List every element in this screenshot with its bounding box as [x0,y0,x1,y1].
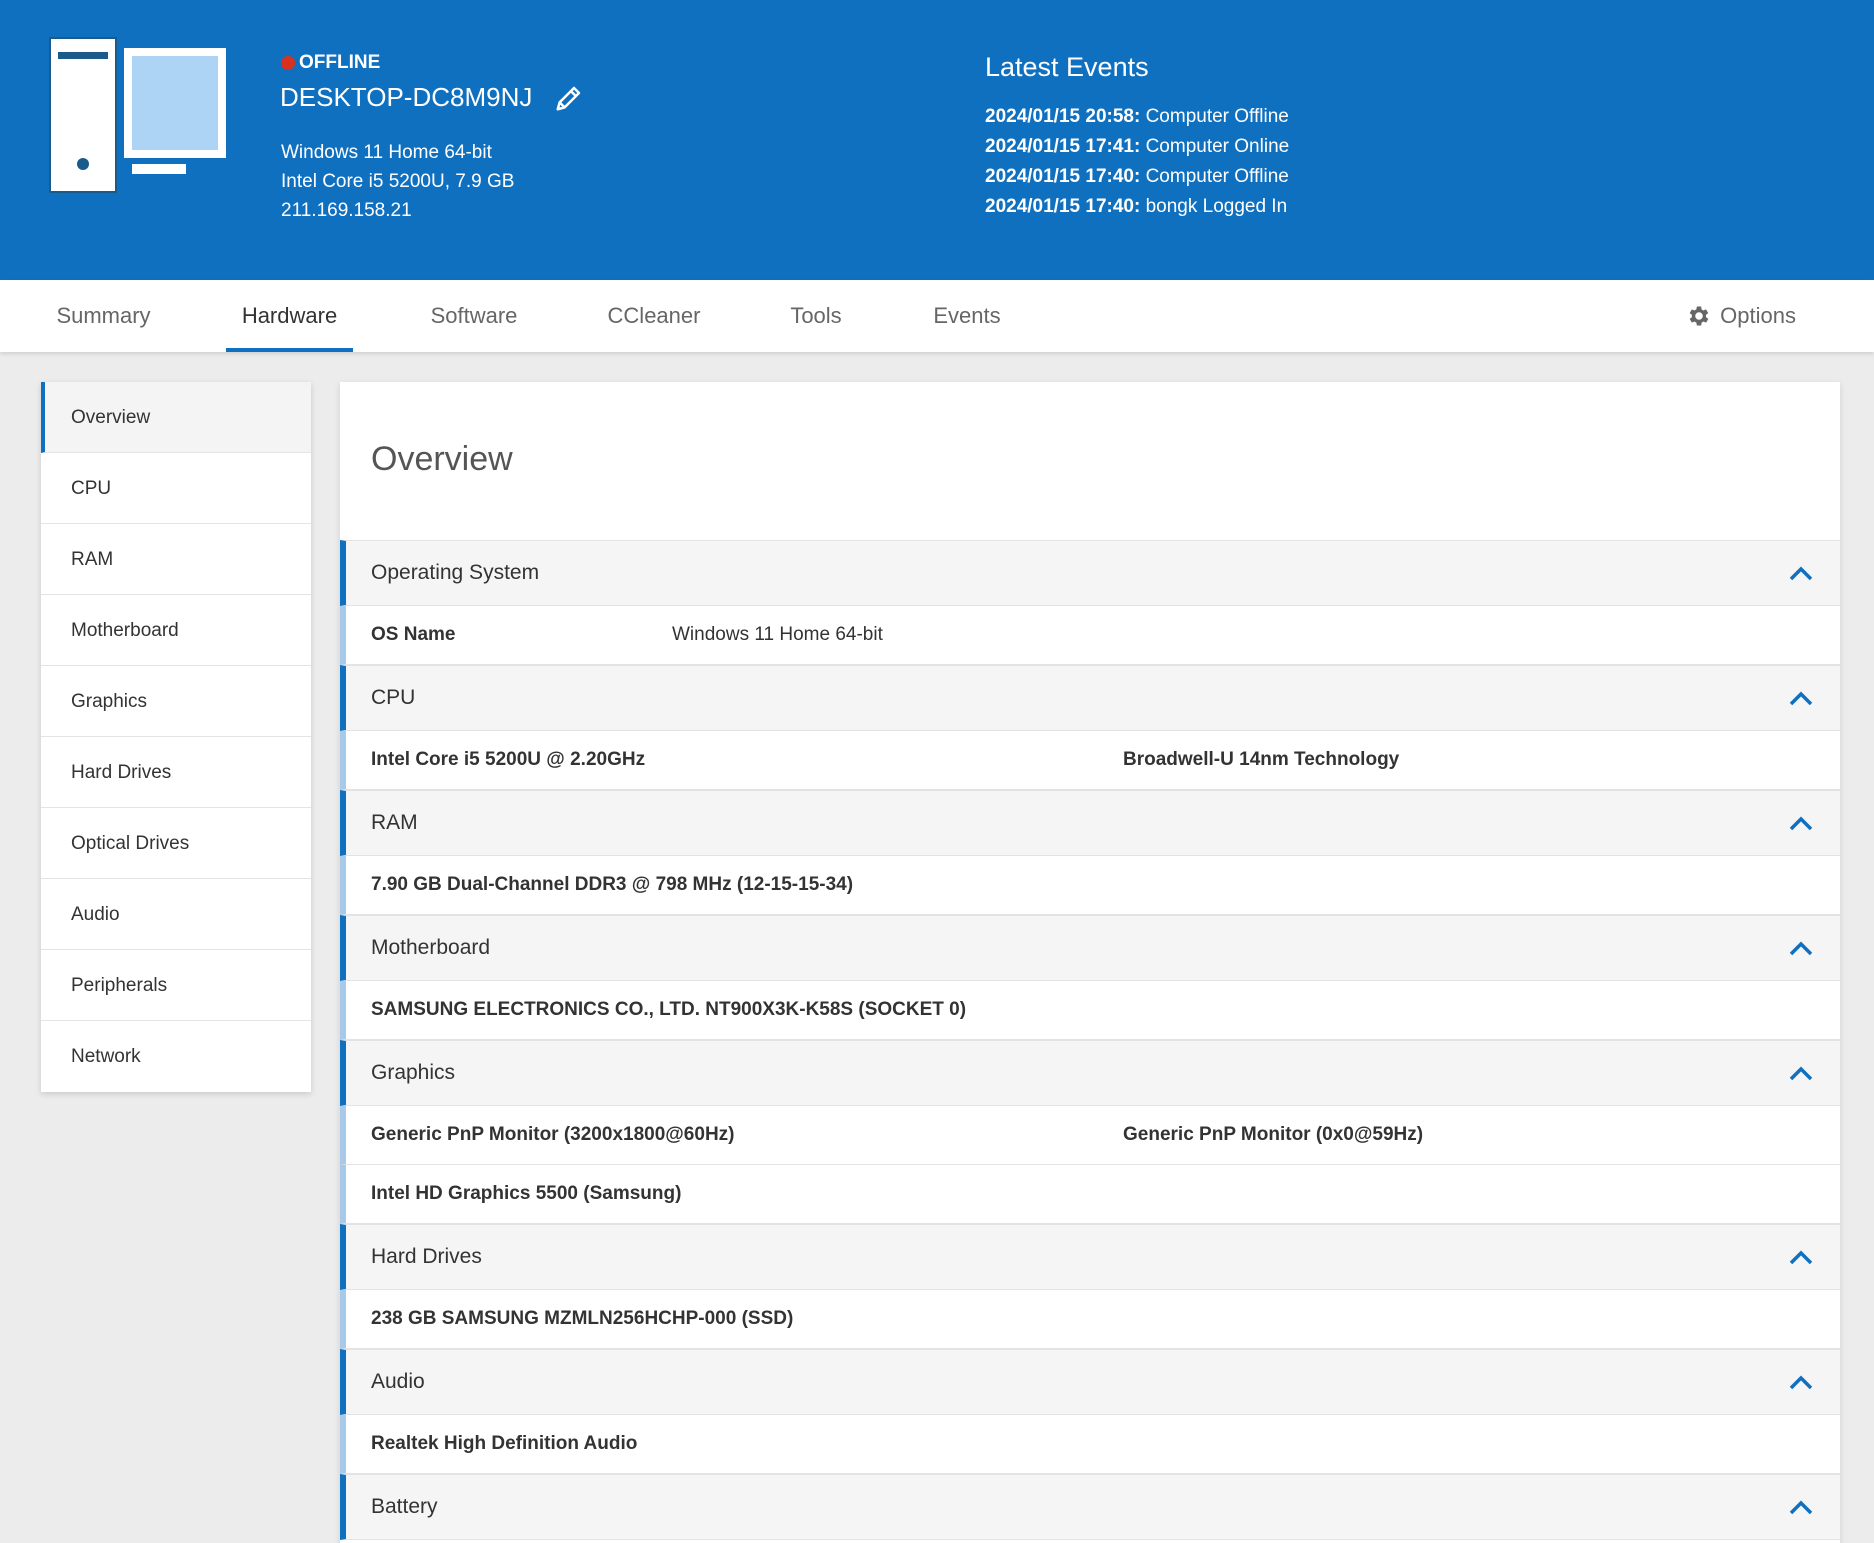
section-header-ram[interactable]: RAM [340,790,1840,856]
ram-row: 7.90 GB Dual-Channel DDR3 @ 798 MHz (12-… [340,856,1840,915]
sidebar-item-motherboard[interactable]: Motherboard [41,595,311,666]
cpu-ram-spec: Intel Core i5 5200U, 7.9 GB [281,171,515,192]
chevron-up-icon[interactable] [1788,814,1814,832]
cpu-technology: Broadwell-U 14nm Technology [1123,749,1400,770]
sidebar-item-overview[interactable]: Overview [41,382,311,453]
event-text: bongk Logged In [1140,196,1288,217]
status-indicator: OFFLINE [281,52,380,74]
section-title: Motherboard [371,936,491,959]
pencil-edit-icon[interactable] [554,83,584,113]
event-item: 2024/01/15 17:40: Computer Offline [985,162,1289,192]
computer-name: DESKTOP-DC8M9NJ [280,82,584,113]
section-title: Audio [371,1370,425,1393]
sidebar-item-hard-drives[interactable]: Hard Drives [41,737,311,808]
section-header-motherboard[interactable]: Motherboard [340,915,1840,981]
gear-icon [1689,306,1709,326]
section-header-battery[interactable]: Battery [340,1474,1840,1540]
section-title: Hard Drives [371,1245,482,1268]
graphics-monitors-row: Generic PnP Monitor (3200x1800@60Hz) Gen… [340,1106,1840,1165]
options-label: Options [1720,303,1796,328]
chevron-up-icon[interactable] [1788,1498,1814,1516]
sidebar-item-peripherals[interactable]: Peripherals [41,950,311,1021]
section-title: Battery [371,1495,438,1518]
latest-events-title: Latest Events [985,52,1149,82]
tab-software[interactable]: Software [414,280,534,352]
section-header-operating-system[interactable]: Operating System [340,540,1840,606]
section-title: Operating System [371,561,540,584]
desktop-computer-icon [49,37,226,193]
overview-sections: Operating System OS Name Windows 11 Home… [340,540,1840,1540]
chevron-up-icon[interactable] [1788,1248,1814,1266]
ip-address: 211.169.158.21 [281,200,412,221]
sidebar-item-network[interactable]: Network [41,1021,311,1092]
event-time: 2024/01/15 20:58: [985,106,1141,127]
event-text: Computer Online [1140,136,1290,157]
section-title: RAM [371,811,418,834]
section-header-graphics[interactable]: Graphics [340,1040,1840,1106]
event-time: 2024/01/15 17:40: [985,166,1141,187]
chevron-up-icon[interactable] [1788,939,1814,957]
chevron-up-icon[interactable] [1788,1064,1814,1082]
os-name-label: OS Name [371,624,456,645]
event-item: 2024/01/15 20:58: Computer Offline [985,102,1289,132]
event-item: 2024/01/15 17:40: bongk Logged In [985,192,1289,222]
event-time: 2024/01/15 17:40: [985,196,1141,217]
chevron-up-icon[interactable] [1788,689,1814,707]
computer-specs: Windows 11 Home 64-bit Intel Core i5 520… [281,138,514,225]
sidebar-item-graphics[interactable]: Graphics [41,666,311,737]
main-tab-bar: Summary Hardware Software CCleaner Tools… [0,280,1874,352]
sidebar-item-ram[interactable]: RAM [41,524,311,595]
hard-drive-value: 238 GB SAMSUNG MZMLN256HCHP-000 (SSD) [371,1308,794,1329]
tab-hardware[interactable]: Hardware [226,280,353,352]
graphics-adapter-row: Intel HD Graphics 5500 (Samsung) [340,1165,1840,1224]
section-title: Graphics [371,1061,456,1084]
chevron-up-icon[interactable] [1788,564,1814,582]
section-header-hard-drives[interactable]: Hard Drives [340,1224,1840,1290]
computer-name-text: DESKTOP-DC8M9NJ [280,82,533,112]
options-button[interactable]: Options [1686,280,1796,352]
audio-row: Realtek High Definition Audio [340,1415,1840,1474]
section-title: CPU [371,686,416,709]
event-text: Computer Offline [1140,106,1289,127]
page-title: Overview [371,440,513,478]
hard-drive-row: 238 GB SAMSUNG MZMLN256HCHP-000 (SSD) [340,1290,1840,1349]
event-text: Computer Offline [1140,166,1289,187]
tab-summary[interactable]: Summary [41,280,166,352]
os-spec: Windows 11 Home 64-bit [281,142,492,163]
graphics-adapter: Intel HD Graphics 5500 (Samsung) [371,1183,682,1204]
tab-ccleaner[interactable]: CCleaner [594,280,714,352]
hardware-sidebar: Overview CPU RAM Motherboard Graphics Ha… [41,382,311,1092]
audio-value: Realtek High Definition Audio [371,1433,638,1454]
ram-value: 7.90 GB Dual-Channel DDR3 @ 798 MHz (12-… [371,874,854,895]
cpu-row: Intel Core i5 5200U @ 2.20GHz Broadwell-… [340,731,1840,790]
chevron-up-icon[interactable] [1788,1373,1814,1391]
os-name-value: Windows 11 Home 64-bit [672,624,883,645]
offline-dot-icon [281,56,295,70]
latest-events-list: 2024/01/15 20:58: Computer Offline 2024/… [985,102,1289,222]
tab-tools[interactable]: Tools [774,280,858,352]
sidebar-item-cpu[interactable]: CPU [41,453,311,524]
motherboard-value: SAMSUNG ELECTRONICS CO., LTD. NT900X3K-K… [371,999,967,1020]
motherboard-row: SAMSUNG ELECTRONICS CO., LTD. NT900X3K-K… [340,981,1840,1040]
cpu-model: Intel Core i5 5200U @ 2.20GHz [371,749,646,770]
monitor-2: Generic PnP Monitor (0x0@59Hz) [1123,1124,1424,1145]
computer-header: OFFLINE DESKTOP-DC8M9NJ Windows 11 Home … [0,0,1874,280]
monitor-1: Generic PnP Monitor (3200x1800@60Hz) [371,1124,735,1145]
sidebar-item-optical-drives[interactable]: Optical Drives [41,808,311,879]
event-time: 2024/01/15 17:41: [985,136,1141,157]
overview-panel: Overview Operating System OS Name Window… [340,382,1840,1543]
event-item: 2024/01/15 17:41: Computer Online [985,132,1289,162]
section-header-audio[interactable]: Audio [340,1349,1840,1415]
status-text: OFFLINE [299,52,381,73]
tab-events[interactable]: Events [918,280,1016,352]
section-header-cpu[interactable]: CPU [340,665,1840,731]
sidebar-item-audio[interactable]: Audio [41,879,311,950]
os-name-row: OS Name Windows 11 Home 64-bit [340,606,1840,665]
